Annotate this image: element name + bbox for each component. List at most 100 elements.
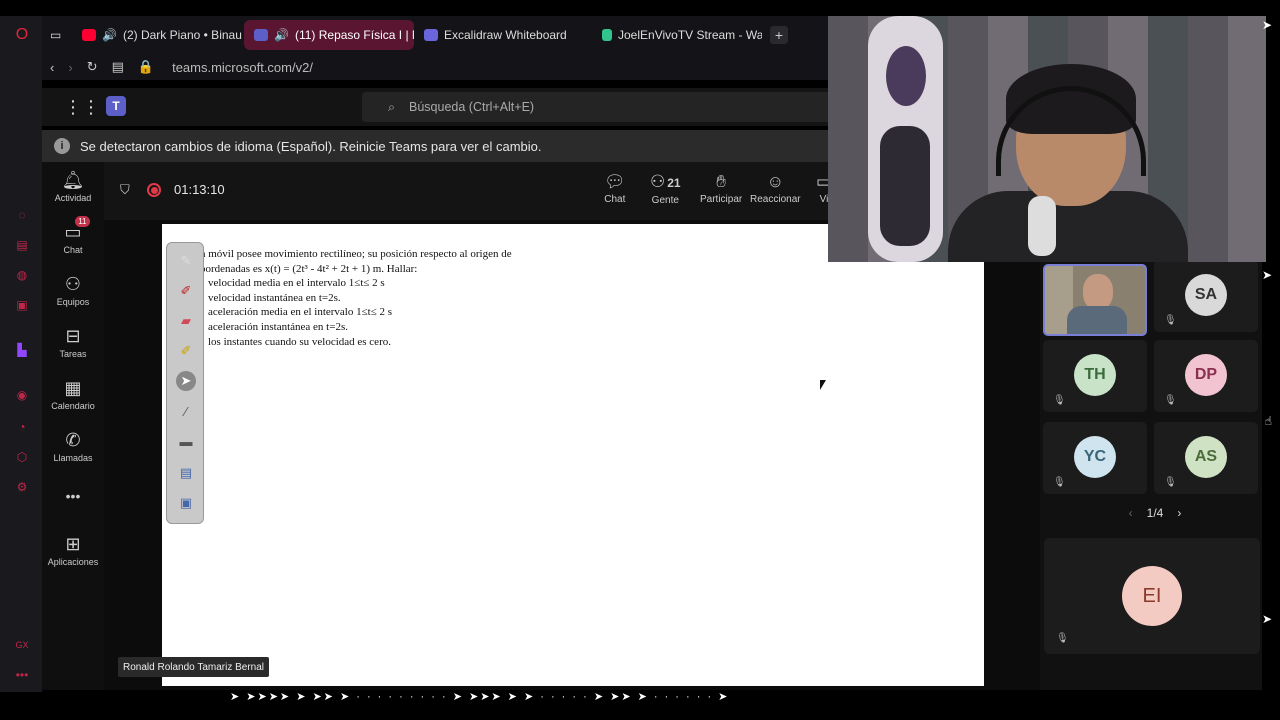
eraser-icon[interactable]: ▰ <box>176 311 196 331</box>
participant-tile[interactable]: AS 🎙︎ <box>1154 422 1258 494</box>
search-input[interactable]: Búsqueda (Ctrl+Alt+E) <box>409 100 534 114</box>
participant-tile[interactable]: YC 🎙︎ <box>1043 422 1147 494</box>
tab-label: (2) Dark Piano • Binau <box>122 28 242 42</box>
webcam-microphone <box>1028 196 1056 256</box>
doc-line: oordenadas es x(t) = (2t³ - 4t² + 2t + 1… <box>200 262 418 275</box>
line-width-icon[interactable]: ▬ <box>176 431 196 451</box>
nav-calendario[interactable]: ▦ Calendario <box>42 378 104 411</box>
chat-icon: ▭ 11 <box>64 216 90 242</box>
address-bar: ‹ › ↻ ▤ 🔒 teams.microsoft.com/v2/ <box>42 54 832 80</box>
red-pen-icon[interactable]: ✐ <box>176 281 196 301</box>
lock-icon[interactable]: 🔒 <box>138 59 154 75</box>
nav-chat[interactable]: ▭ 11 Chat <box>42 216 104 255</box>
chat-bubble-icon: 💬︎ <box>604 172 626 191</box>
teams-logo-icon: T <box>106 96 126 116</box>
clock-icon[interactable]: ◔ <box>13 418 31 436</box>
nav-equipos[interactable]: ⚇ Equipos <box>42 274 104 307</box>
tab-excalidraw[interactable]: Excalidraw Whiteboard <box>414 20 592 50</box>
participant-tile[interactable]: DP 🎙︎ <box>1154 340 1258 412</box>
language-notice: i Se detectaron cambios de idioma (Españ… <box>42 130 832 162</box>
reload-icon[interactable]: ↻ <box>87 59 98 75</box>
speaker-icon: 🔊 <box>102 28 117 42</box>
highlighter-icon[interactable]: ✐ <box>176 341 196 361</box>
sidebar-app-icon[interactable]: ◌ <box>13 206 31 224</box>
nav-label: Aplicaciones <box>47 557 99 567</box>
nav-label: Llamadas <box>53 453 93 463</box>
whiteboard-icon[interactable]: ✎ <box>176 251 196 271</box>
settings-icon[interactable]: ⚙ <box>13 478 31 496</box>
doc-line: velocidad media en el intervalo 1≤t≤ 2 s <box>208 277 385 290</box>
streamer-webcam <box>828 16 1266 262</box>
forward-icon[interactable]: › <box>68 60 72 75</box>
teams-header: ⋮⋮⋮ T ⌕ Búsqueda (Ctrl+Alt+E) <box>42 88 842 126</box>
sidebar-app-icon[interactable]: ◍ <box>13 266 31 284</box>
avatar: YC <box>1074 436 1116 478</box>
sidebar-app-icon[interactable]: ◉ <box>13 386 31 404</box>
mouse-cursor-icon <box>820 380 826 390</box>
backpack-icon: ⊟ <box>65 326 81 346</box>
tab-streamlabs[interactable]: JoelEnVivoTV Stream - Wa <box>592 20 762 50</box>
monitor-icon[interactable]: ▣ <box>176 493 196 513</box>
avatar: TH <box>1074 354 1116 396</box>
cursor-icon: ➤ <box>1261 268 1272 282</box>
nav-tareas[interactable]: ⊟ Tareas <box>42 326 104 359</box>
more-icon: ••• <box>65 488 81 504</box>
nav-actividad[interactable]: 🔔︎ Actividad <box>42 170 104 203</box>
doc-line: los instantes cuando su velocidad es cer… <box>208 335 391 348</box>
mic-off-icon: 🎙︎ <box>1053 477 1066 488</box>
meeting-timer: 01:13:10 <box>174 182 225 197</box>
tab-label: Excalidraw Whiteboard <box>444 28 567 42</box>
people-icon: ⚇ 21 <box>650 172 681 191</box>
next-page-icon[interactable]: › <box>1177 506 1181 520</box>
tab-teams[interactable]: 🔊 (11) Repaso Física I | M <box>244 20 414 50</box>
screenshot-icon[interactable]: ▤ <box>176 463 196 483</box>
tab-youtube[interactable]: 🔊 (2) Dark Piano • Binau <box>72 20 244 50</box>
raise-hand-button[interactable]: ✋︎ Participar <box>700 172 742 205</box>
phone-icon: ✆ <box>65 430 81 450</box>
sidebar-app-icon[interactable]: ▤ <box>13 236 31 254</box>
mic-off-icon: 🎙︎ <box>1056 633 1069 644</box>
nav-label: Calendario <box>51 401 95 411</box>
brush-icon[interactable]: ⁄ <box>176 401 196 421</box>
search-icon: ⌕ <box>388 99 396 114</box>
participant-tile-large[interactable]: EI 🎙︎ <box>1044 538 1260 654</box>
sidebar-app-icon[interactable]: ▣ <box>13 296 31 314</box>
plus-square-icon: ⊞ <box>65 534 81 554</box>
nav-more[interactable]: ••• <box>42 488 104 504</box>
more-icon[interactable]: ••• <box>13 666 31 684</box>
nav-label: Tareas <box>59 349 87 359</box>
meeting-toolbar: ⛉ 01:13:10 💬︎ Chat ⚇ 21 Gente ✋︎ Particip… <box>104 162 832 220</box>
cursor-icon: ➤ <box>1261 612 1272 626</box>
mic-off-icon: 🎙︎ <box>1053 395 1066 406</box>
streamlabs-icon <box>602 29 612 41</box>
cursor-icon[interactable]: ➤ <box>176 371 196 391</box>
participant-video-tile[interactable] <box>1043 264 1147 336</box>
nav-aplicaciones[interactable]: ⊞ Aplicaciones <box>42 534 104 567</box>
participant-tile[interactable]: TH 🎙︎ <box>1043 340 1147 412</box>
opera-logo-icon[interactable]: O <box>13 26 31 44</box>
raise-hand-icon: ✋︎ <box>716 172 726 191</box>
video-shirt <box>1067 306 1127 334</box>
sidebar-app-icon[interactable]: ⬡ <box>13 448 31 466</box>
gx-icon[interactable]: GX <box>13 636 31 654</box>
nav-label: Equipos <box>56 297 90 307</box>
search-box[interactable]: ⌕ Búsqueda (Ctrl+Alt+E) <box>362 92 842 122</box>
react-button[interactable]: ☺ Reaccionar <box>750 172 801 205</box>
prev-page-icon[interactable]: ‹ <box>1129 506 1133 520</box>
video-face <box>1083 274 1113 310</box>
participant-tile[interactable]: SA 🎙︎ <box>1154 260 1258 332</box>
people-count: 21 <box>667 176 681 190</box>
people-button[interactable]: ⚇ 21 Gente <box>650 172 681 206</box>
back-icon[interactable]: ‹ <box>50 60 54 75</box>
tab-overview-icon[interactable]: ▭ <box>42 20 72 50</box>
smile-icon: ☺ <box>766 172 784 191</box>
url-field[interactable]: teams.microsoft.com/v2/ <box>172 60 313 75</box>
new-tab-button[interactable]: + <box>770 26 788 44</box>
chat-badge: 11 <box>75 216 90 227</box>
meeting-chat-button[interactable]: 💬︎ Chat <box>604 172 626 205</box>
document-text: n móvil posee movimiento rectilíneo; su … <box>200 247 512 349</box>
page-icon[interactable]: ▤ <box>112 59 124 75</box>
notice-text: Se detectaron cambios de idioma (Español… <box>80 138 542 154</box>
nav-llamadas[interactable]: ✆ Llamadas <box>42 430 104 463</box>
twitch-icon[interactable]: ▙ <box>13 341 31 359</box>
